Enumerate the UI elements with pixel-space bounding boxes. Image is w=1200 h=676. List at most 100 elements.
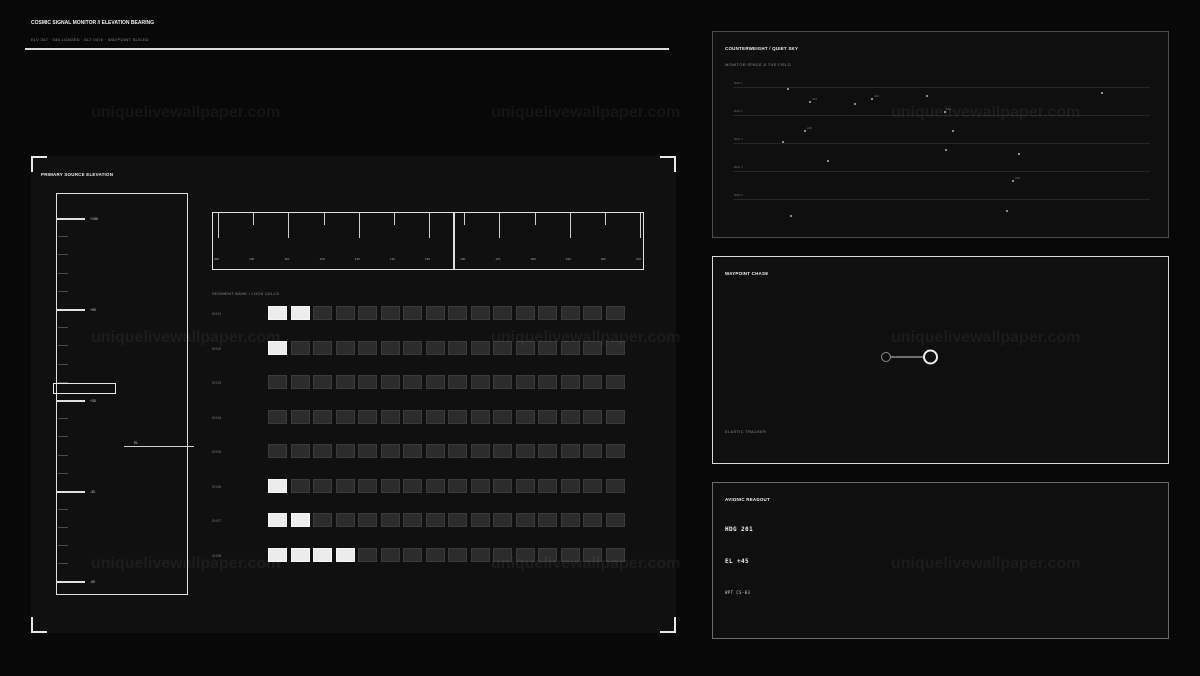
segment-cell[interactable] — [335, 409, 355, 424]
segment-cell[interactable] — [335, 306, 355, 320]
segment-cell-lit[interactable] — [290, 513, 310, 527]
segment-cell[interactable] — [583, 306, 602, 320]
segment-cell[interactable] — [425, 513, 445, 527]
segment-cell[interactable] — [538, 513, 557, 527]
sky-target-dot[interactable] — [827, 160, 829, 162]
segment-cell[interactable] — [425, 547, 445, 562]
segment-cell[interactable] — [335, 478, 355, 493]
segment-cell[interactable] — [448, 375, 467, 389]
segment-cell[interactable] — [403, 375, 422, 389]
sky-target-dot[interactable] — [945, 149, 947, 151]
segment-cell[interactable] — [290, 409, 310, 424]
segment-cell[interactable] — [313, 306, 332, 320]
segment-cell[interactable] — [515, 478, 535, 493]
segment-cell[interactable] — [493, 513, 512, 527]
segment-cell[interactable] — [470, 513, 490, 527]
segment-cell[interactable] — [403, 513, 422, 527]
segment-cell[interactable] — [380, 444, 400, 458]
segment-cell[interactable] — [380, 513, 400, 527]
segment-cell[interactable] — [605, 375, 625, 389]
segment-cell[interactable] — [313, 375, 332, 389]
segment-cell[interactable] — [560, 306, 580, 320]
segment-cell-lit[interactable] — [290, 547, 310, 562]
segment-cell[interactable] — [470, 340, 490, 355]
sky-target-dot[interactable] — [1018, 153, 1020, 155]
sky-target-dot[interactable] — [782, 141, 784, 143]
segment-cell-lit[interactable] — [268, 306, 287, 320]
segment-cell[interactable] — [403, 340, 422, 355]
elevation-cursor[interactable] — [53, 383, 116, 394]
segment-cell[interactable] — [583, 444, 602, 458]
segment-cell[interactable] — [358, 306, 377, 320]
segment-cell[interactable] — [560, 375, 580, 389]
segment-cell[interactable] — [583, 478, 602, 493]
sky-target-dot[interactable] — [1006, 210, 1008, 212]
segment-cell[interactable] — [515, 444, 535, 458]
segment-cell[interactable] — [268, 409, 287, 424]
segment-cell[interactable] — [358, 513, 377, 527]
segment-cell[interactable] — [448, 306, 467, 320]
segment-cell[interactable] — [358, 375, 377, 389]
segment-cell[interactable] — [583, 375, 602, 389]
sky-target-dot[interactable] — [871, 98, 873, 100]
segment-cell[interactable] — [493, 409, 512, 424]
segment-cell[interactable] — [538, 306, 557, 320]
segment-cell[interactable] — [380, 306, 400, 320]
sky-target-dot[interactable] — [854, 103, 856, 105]
segment-cell[interactable] — [358, 547, 377, 562]
segment-cell[interactable] — [425, 306, 445, 320]
segment-cell[interactable] — [493, 306, 512, 320]
segment-cell[interactable] — [403, 306, 422, 320]
segment-cell[interactable] — [470, 478, 490, 493]
segment-cell[interactable] — [380, 478, 400, 493]
segment-cell[interactable] — [425, 444, 445, 458]
segment-cell[interactable] — [448, 340, 467, 355]
segment-cell[interactable] — [470, 409, 490, 424]
segment-cell[interactable] — [358, 409, 377, 424]
segment-cell[interactable] — [380, 547, 400, 562]
segment-cell[interactable] — [470, 375, 490, 389]
segment-cell[interactable] — [605, 513, 625, 527]
segment-cell[interactable] — [493, 478, 512, 493]
segment-cell-lit[interactable] — [268, 478, 287, 493]
segment-cell[interactable] — [538, 444, 557, 458]
segment-cell[interactable] — [470, 547, 490, 562]
segment-cell[interactable] — [560, 409, 580, 424]
segment-cell[interactable] — [403, 547, 422, 562]
sky-target-dot[interactable] — [787, 88, 789, 90]
segment-cell[interactable] — [470, 444, 490, 458]
segment-cell[interactable] — [605, 444, 625, 458]
segment-cell[interactable] — [290, 478, 310, 493]
segment-cell[interactable] — [448, 409, 467, 424]
segment-cell[interactable] — [358, 478, 377, 493]
segment-cell[interactable] — [358, 340, 377, 355]
segment-cell[interactable] — [290, 375, 310, 389]
segment-cell[interactable] — [583, 409, 602, 424]
segment-cell[interactable] — [335, 340, 355, 355]
segment-cell[interactable] — [605, 409, 625, 424]
segment-cell[interactable] — [335, 444, 355, 458]
segment-cell[interactable] — [560, 444, 580, 458]
segment-cell[interactable] — [425, 409, 445, 424]
segment-cell[interactable] — [380, 375, 400, 389]
segment-cell[interactable] — [583, 513, 602, 527]
segment-cell-lit[interactable] — [290, 306, 310, 320]
sky-target-dot[interactable] — [790, 215, 792, 217]
segment-cell[interactable] — [560, 513, 580, 527]
segment-cell[interactable] — [515, 375, 535, 389]
sky-target-dot[interactable] — [1012, 180, 1014, 182]
segment-cell[interactable] — [425, 375, 445, 389]
segment-cell[interactable] — [470, 306, 490, 320]
segment-cell[interactable] — [380, 409, 400, 424]
segment-cell[interactable] — [268, 444, 287, 458]
sky-target-dot[interactable] — [809, 101, 811, 103]
segment-cell[interactable] — [515, 513, 535, 527]
segment-cell[interactable] — [403, 409, 422, 424]
segment-cell[interactable] — [425, 478, 445, 493]
segment-cell[interactable] — [335, 513, 355, 527]
sky-target-dot[interactable] — [926, 95, 928, 97]
sky-target-dot[interactable] — [952, 130, 954, 132]
segment-cell[interactable] — [605, 306, 625, 320]
segment-cell[interactable] — [515, 306, 535, 320]
segment-cell[interactable] — [493, 444, 512, 458]
